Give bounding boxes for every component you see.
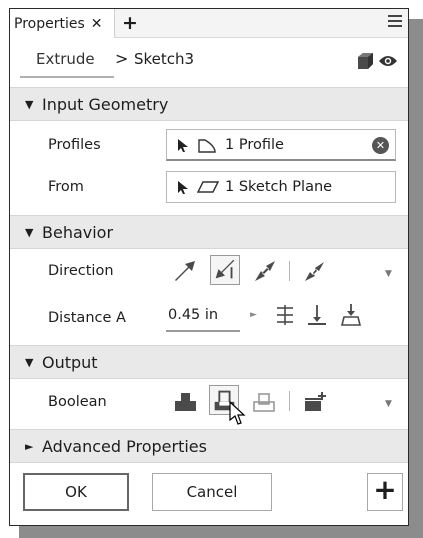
from-value: 1 Sketch Plane <box>225 179 333 195</box>
add-button[interactable]: + <box>367 473 403 511</box>
tab-bar: Properties ✕ + <box>10 9 408 38</box>
section-title: Input Geometry <box>42 95 169 114</box>
add-tab-button[interactable]: + <box>122 9 138 38</box>
section-title: Output <box>42 353 98 372</box>
properties-panel: Properties ✕ + Extrude > Sketch3 ▼ Input… <box>9 8 409 526</box>
breadcrumb: Extrude > Sketch3 <box>10 39 408 85</box>
direction-flipped-icon[interactable] <box>210 255 240 285</box>
cube-icon[interactable] <box>356 52 374 70</box>
section-advanced-properties[interactable]: ► Advanced Properties <box>10 429 408 463</box>
collapse-triangle-icon: ▼ <box>25 98 34 111</box>
distance-label: Distance A <box>48 310 126 326</box>
chevron-down-icon[interactable]: ▼ <box>385 269 392 279</box>
ok-button[interactable]: OK <box>23 473 129 511</box>
breadcrumb-sketch[interactable]: Sketch3 <box>134 50 194 68</box>
intersect-icon[interactable] <box>249 386 279 416</box>
distance-options-arrow-icon[interactable]: ► <box>250 310 257 320</box>
distance-icon[interactable] <box>272 302 302 332</box>
direction-label: Direction <box>48 263 114 279</box>
profile-icon <box>198 139 216 153</box>
tab-properties-label: Properties <box>14 15 85 32</box>
section-input-geometry[interactable]: ▼ Input Geometry <box>10 87 408 121</box>
breadcrumb-separator: > <box>115 49 129 68</box>
section-behavior[interactable]: ▼ Behavior <box>10 215 408 249</box>
hamburger-menu-icon[interactable] <box>388 15 402 29</box>
expand-triangle-icon: ► <box>25 440 34 453</box>
direction-asymmetric-icon[interactable] <box>300 256 330 286</box>
direction-symmetric-icon[interactable] <box>250 256 280 286</box>
section-title: Advanced Properties <box>42 437 207 456</box>
sketch-plane-icon <box>197 181 219 193</box>
new-solid-icon[interactable] <box>300 386 330 416</box>
select-arrow-icon <box>178 181 188 194</box>
select-arrow-icon <box>178 139 188 152</box>
from-selector[interactable]: 1 Sketch Plane <box>166 171 396 203</box>
profiles-value: 1 Profile <box>225 137 284 153</box>
breadcrumb-underline <box>20 76 114 78</box>
profiles-label: Profiles <box>48 137 101 153</box>
mouse-cursor-icon <box>229 401 246 425</box>
chevron-down-icon[interactable]: ▼ <box>385 399 392 409</box>
direction-default-icon[interactable] <box>170 256 200 286</box>
from-label: From <box>48 179 84 195</box>
close-icon[interactable]: ✕ <box>91 16 103 32</box>
toolbar-divider <box>289 391 290 411</box>
distance-value: 0.45 in <box>168 307 219 323</box>
eye-icon[interactable] <box>378 54 398 68</box>
collapse-triangle-icon: ▼ <box>25 226 34 239</box>
tab-properties[interactable]: Properties ✕ <box>10 9 115 38</box>
cancel-button[interactable]: Cancel <box>152 473 272 511</box>
to-icon[interactable] <box>338 302 368 332</box>
distance-input[interactable]: 0.45 in ► <box>166 302 257 332</box>
profiles-selector[interactable]: 1 Profile ✕ <box>166 129 396 161</box>
to-next-icon[interactable] <box>304 302 334 332</box>
section-output[interactable]: ▼ Output <box>10 345 408 379</box>
section-title: Behavior <box>42 223 114 242</box>
toolbar-divider <box>289 261 290 281</box>
join-icon[interactable] <box>170 386 200 416</box>
breadcrumb-feature[interactable]: Extrude <box>36 50 95 68</box>
collapse-triangle-icon: ▼ <box>25 356 34 369</box>
clear-selection-icon[interactable]: ✕ <box>372 137 389 154</box>
boolean-label: Boolean <box>48 394 107 410</box>
